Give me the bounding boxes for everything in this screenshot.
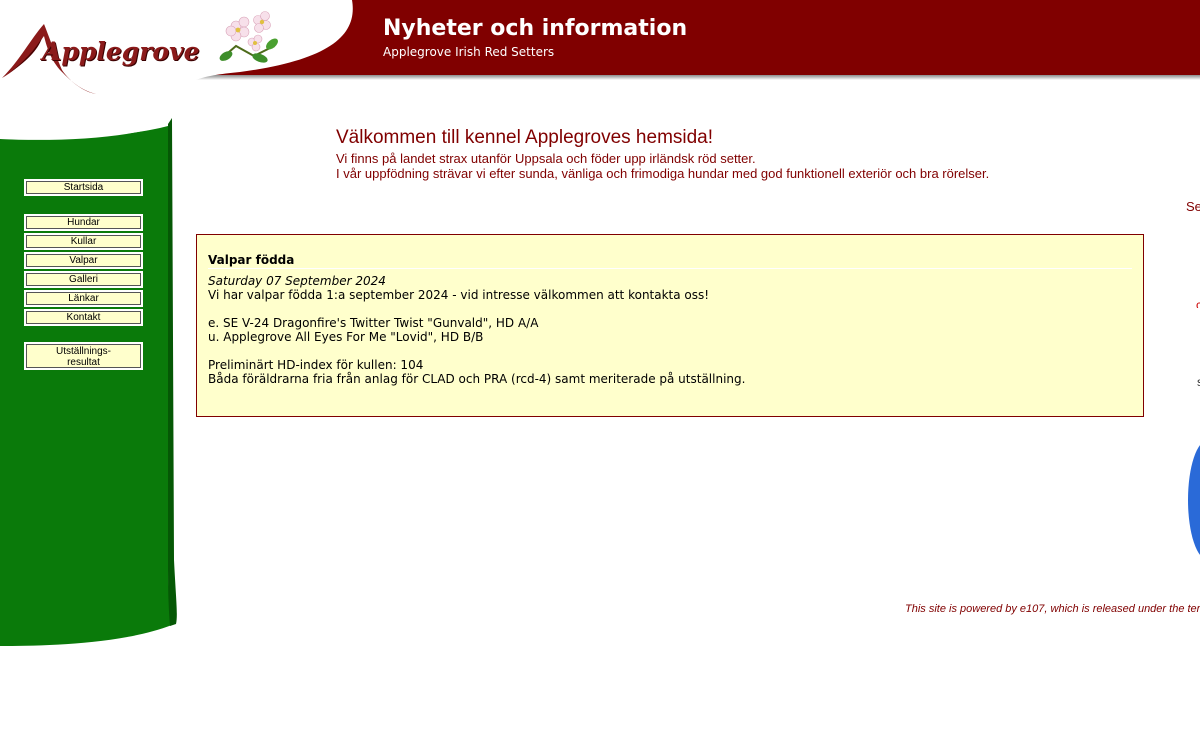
sidebar-edge-shadow (168, 118, 177, 626)
nav-separator (24, 328, 144, 342)
nav-lankar[interactable]: Länkar (24, 290, 143, 307)
nav-utstallningsresultat[interactable]: Utställnings- resultat (24, 342, 143, 370)
news-item: Valpar födda Saturday 07 September 2024 … (196, 234, 1144, 417)
nav-startsida[interactable]: Startsida (24, 179, 143, 196)
welcome-heading: Välkommen till kennel Applegroves hemsid… (336, 127, 714, 148)
news-line: Båda föräldrarna fria från anlag för CLA… (208, 372, 746, 386)
footer-text: This site is powered by e107, which is r… (905, 603, 1200, 615)
news-line: u. Applegrove All Eyes For Me "Lovid", H… (208, 330, 484, 344)
nav-kullar[interactable]: Kullar (24, 233, 143, 250)
sidebar-nav: Startsida Hundar Kullar Valpar Galleri L… (24, 179, 144, 372)
news-line: Preliminärt HD-index för kullen: 104 (208, 358, 424, 372)
news-line (208, 302, 1132, 316)
nav-hundar[interactable]: Hundar (24, 214, 143, 231)
page-subtitle: Applegrove Irish Red Setters (383, 45, 555, 59)
right-column-fragment: c (1196, 298, 1200, 308)
news-line: e. SE V-24 Dragonfire's Twitter Twist "G… (208, 316, 539, 330)
news-line (208, 344, 1132, 358)
nav-kontakt[interactable]: Kontakt (24, 309, 143, 326)
nav-valpar[interactable]: Valpar (24, 252, 143, 269)
news-date: Saturday 07 September 2024 (208, 274, 386, 288)
welcome-text: Vi finns på landet strax utanför Uppsala… (336, 151, 756, 166)
nav-separator (24, 198, 144, 214)
page-title: Nyheter och information (383, 16, 688, 41)
logo-text[interactable]: Applegrove (42, 37, 200, 66)
news-body: Vi har valpar födda 1:a september 2024 -… (208, 288, 1132, 386)
news-title[interactable]: Valpar födda (208, 253, 1132, 269)
apple-blossom-icon (219, 11, 278, 63)
right-column-text: Se (1186, 199, 1200, 214)
nav-galleri[interactable]: Galleri (24, 271, 143, 288)
news-line: Vi har valpar födda 1:a september 2024 -… (208, 288, 710, 302)
welcome-text: I vår uppfödning strävar vi efter sunda,… (336, 166, 990, 181)
